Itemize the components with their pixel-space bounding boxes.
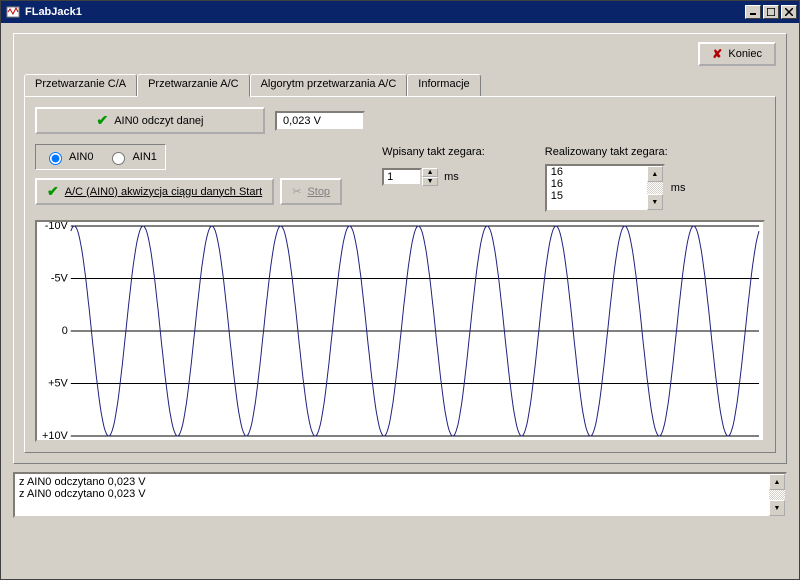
maximize-icon <box>767 8 775 16</box>
clock-entered-label: Wpisany takt zegara: <box>382 146 485 158</box>
channel-radio-col: AIN0 AIN1 ✔ A/C (AIN0) akwizycja ciągu d… <box>35 144 342 205</box>
clock-entered-col: Wpisany takt zegara: ▲ ▼ ms <box>382 146 485 212</box>
clock-actual-unit: ms <box>671 182 686 194</box>
list-item[interactable]: 15 <box>547 190 647 202</box>
main-panel: ✘ Koniec Przetwarzanie C/A Przetwarzanie… <box>13 33 787 464</box>
svg-text:+10V: +10V <box>42 430 69 440</box>
header-button-row: ✘ Koniec <box>24 42 776 66</box>
oscilloscope-chart: +10V +5V 0 -5V -10V <box>35 220 765 442</box>
scroll-up-icon[interactable]: ▲ <box>769 474 785 490</box>
acquire-start-button[interactable]: ✔ A/C (AIN0) akwizycja ciągu danych Star… <box>35 178 274 205</box>
check-icon: ✔ <box>47 183 59 200</box>
scroll-down-icon[interactable]: ▼ <box>769 500 785 516</box>
tab-strip: Przetwarzanie C/A Przetwarzanie A/C Algo… <box>24 74 776 96</box>
exit-button-label: Koniec <box>728 48 762 60</box>
exit-button[interactable]: ✘ Koniec <box>698 42 776 66</box>
log-line: z AIN0 odczytano 0,023 V <box>19 476 765 488</box>
check-icon: ✔ <box>96 112 108 129</box>
list-scrollbar[interactable]: ▲ ▼ <box>647 166 663 210</box>
radio-ain1-input[interactable] <box>112 152 125 165</box>
x-icon: ✘ <box>712 47 722 61</box>
close-button[interactable] <box>781 5 797 19</box>
close-icon <box>785 8 793 16</box>
clock-spin-down[interactable]: ▼ <box>422 177 438 186</box>
tab-page: ✔ AIN0 odczyt danej 0,023 V AIN0 <box>24 96 776 453</box>
titlebar: FLabJack1 <box>1 1 799 23</box>
read-value-row: ✔ AIN0 odczyt danej 0,023 V <box>35 107 765 134</box>
clock-entered-unit: ms <box>444 171 459 183</box>
app-window: FLabJack1 ✘ Koniec Przetwarzan <box>0 0 800 580</box>
radio-ain0[interactable]: AIN0 <box>44 149 93 165</box>
clock-spin-input[interactable] <box>382 168 422 186</box>
svg-text:+5V: +5V <box>48 377 68 389</box>
tab-przetwarzanie-ca[interactable]: Przetwarzanie C/A <box>24 74 137 96</box>
tab-algorytm[interactable]: Algorytm przetwarzania A/C <box>250 74 408 96</box>
svg-text:0: 0 <box>62 325 68 337</box>
read-value-display: 0,023 V <box>275 111 365 131</box>
channel-radio-group: AIN0 AIN1 <box>35 144 166 170</box>
chart-canvas: +10V +5V 0 -5V -10V <box>37 222 763 440</box>
read-ain0-label: AIN0 odczyt danej <box>114 115 203 127</box>
radio-ain0-input[interactable] <box>49 152 62 165</box>
scroll-down-icon[interactable]: ▼ <box>647 194 663 210</box>
svg-text:-5V: -5V <box>51 272 69 284</box>
list-item[interactable]: 16 <box>547 166 647 178</box>
clock-spin-up[interactable]: ▲ <box>422 168 438 177</box>
window-buttons <box>745 5 797 19</box>
log-scrollbar[interactable]: ▲ ▼ <box>769 474 785 516</box>
client-area: ✘ Koniec Przetwarzanie C/A Przetwarzanie… <box>1 23 799 579</box>
svg-text:-10V: -10V <box>45 222 69 232</box>
maximize-button[interactable] <box>763 5 779 19</box>
radio-ain1[interactable]: AIN1 <box>107 149 156 165</box>
clock-actual-col: Realizowany takt zegara: 16 16 15 <box>545 146 686 212</box>
window-title: FLabJack1 <box>25 6 745 18</box>
scroll-up-icon[interactable]: ▲ <box>647 166 663 182</box>
log-line: z AIN0 odczytano 0,023 V <box>19 488 765 500</box>
clock-actual-label: Realizowany takt zegara: <box>545 146 686 158</box>
clock-spin: ▲ ▼ <box>382 168 438 186</box>
tab-informacje[interactable]: Informacje <box>407 74 480 96</box>
minimize-icon <box>749 8 757 16</box>
acquire-stop-button[interactable]: ✂ Stop <box>280 178 342 205</box>
list-item[interactable]: 16 <box>547 178 647 190</box>
tab-przetwarzanie-ac[interactable]: Przetwarzanie A/C <box>137 74 249 97</box>
clock-actual-list[interactable]: 16 16 15 ▲ ▼ <box>545 164 665 212</box>
scissors-icon: ✂ <box>292 185 301 198</box>
read-ain0-button[interactable]: ✔ AIN0 odczyt danej <box>35 107 265 134</box>
acquire-stop-label: Stop <box>307 186 330 198</box>
log-textarea[interactable]: z AIN0 odczytano 0,023 V z AIN0 odczytan… <box>13 472 787 518</box>
acquire-start-label: A/C (AIN0) akwizycja ciągu danych Start <box>65 186 262 198</box>
minimize-button[interactable] <box>745 5 761 19</box>
app-icon <box>5 4 21 20</box>
